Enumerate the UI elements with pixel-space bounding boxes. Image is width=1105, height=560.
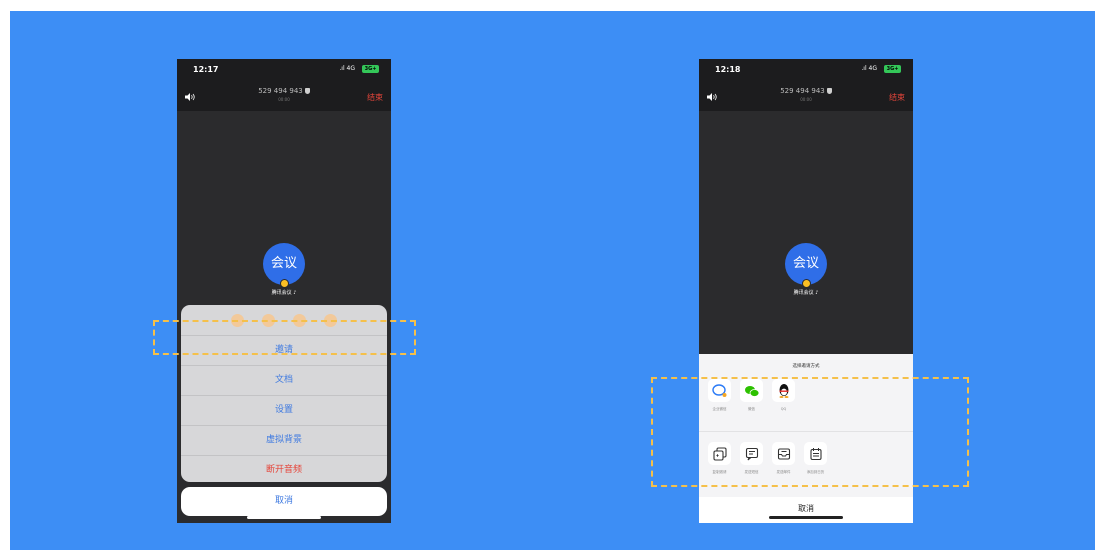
status-dot [280,279,289,288]
participant-name: 腾讯会议 ♪ [699,289,913,296]
highlight-invite-option [153,320,416,355]
presentation-canvas: 12:17 .ıl 4G 3G+ 529 494 943 00:00 结束 会议… [10,11,1095,550]
battery-icon: 3G+ [362,65,379,73]
menu-item-settings[interactable]: 设置 [181,395,387,425]
network-label: 4G [868,65,877,72]
status-time: 12:17 [193,65,219,74]
meeting-duration: 00:00 [278,97,290,102]
share-panel-title: 选择邀请方式 [792,364,820,369]
network-label: 4G [346,65,355,72]
signal-icon: .ıl 4G [339,65,355,72]
battery-icon: 3G+ [884,65,901,73]
shield-icon [304,88,310,94]
battery-label: 3G+ [364,66,377,72]
highlight-invite-methods [651,377,969,487]
status-bar: 12:17 .ıl 4G 3G+ [177,59,391,81]
menu-item-disconnect-audio[interactable]: 断开音频 [181,455,387,482]
meeting-header: 529 494 943 00:00 结束 [177,81,391,111]
signal-icon: .ıl 4G [861,65,877,72]
status-time: 12:18 [715,65,741,74]
menu-item-virtual-background[interactable]: 虚拟背景 [181,425,387,455]
end-meeting-button[interactable]: 结束 [367,92,383,103]
participant-name-text: 腾讯会议 [793,290,814,296]
status-dot [802,279,811,288]
battery-label: 3G+ [886,66,899,72]
meeting-id: 529 494 943 [258,87,303,95]
end-meeting-button[interactable]: 结束 [889,92,905,103]
muted-mic-icon: ♪ [293,290,297,296]
home-indicator[interactable] [247,516,321,519]
meeting-duration: 00:00 [800,97,812,102]
participant-name-text: 腾讯会议 [271,290,292,296]
meeting-header: 529 494 943 00:00 结束 [699,81,913,111]
cancel-button[interactable]: 取消 [699,497,913,523]
cancel-button[interactable]: 取消 [181,487,387,516]
muted-mic-icon: ♪ [815,290,819,296]
phone-screen-left: 12:17 .ıl 4G 3G+ 529 494 943 00:00 结束 会议… [177,59,391,523]
shield-icon [826,88,832,94]
meeting-id: 529 494 943 [780,87,825,95]
menu-item-documents[interactable]: 文档 [181,365,387,395]
home-indicator[interactable] [769,516,843,519]
status-bar: 12:18 .ıl 4G 3G+ [699,59,913,81]
participant-name: 腾讯会议 ♪ [177,289,391,296]
